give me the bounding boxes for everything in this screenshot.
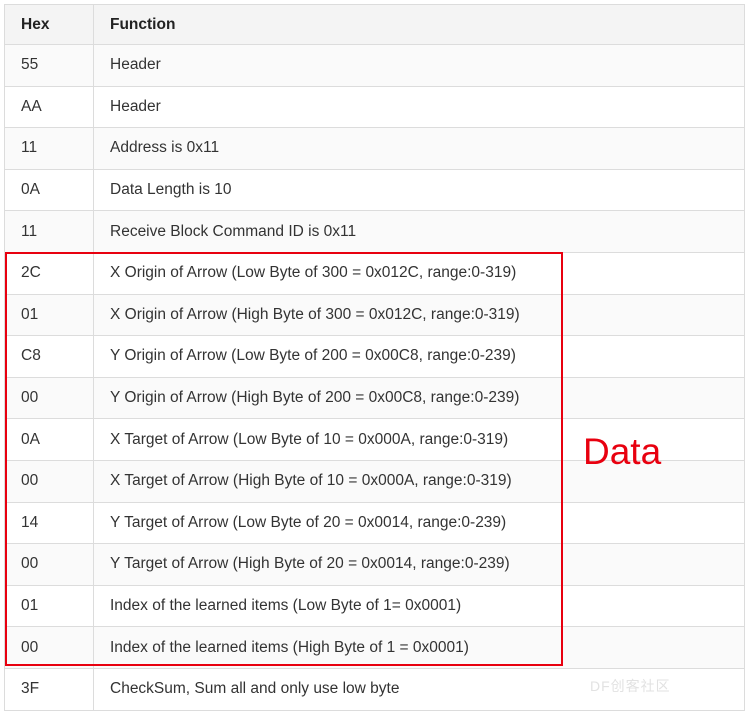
table-row: 01 Index of the learned items (Low Byte …	[4, 584, 745, 628]
table-row: 14 Y Target of Arrow (Low Byte of 20 = 0…	[4, 501, 745, 545]
function-cell: Y Target of Arrow (Low Byte of 20 = 0x00…	[93, 501, 745, 545]
hex-cell: 00	[4, 626, 94, 669]
hex-cell: 55	[4, 44, 94, 87]
function-cell: Y Origin of Arrow (Low Byte of 200 = 0x0…	[93, 335, 745, 378]
hex-cell: AA	[4, 85, 94, 129]
hex-cell: C8	[4, 335, 94, 378]
table-row: 55 Header	[4, 44, 745, 87]
function-cell: Index of the learned items (High Byte of…	[93, 626, 745, 669]
hex-cell: 00	[4, 543, 94, 586]
hex-cell: 0A	[4, 418, 94, 461]
table-row: 11 Address is 0x11	[4, 127, 745, 170]
function-cell: Data Length is 10	[93, 168, 745, 212]
hex-cell: 00	[4, 459, 94, 503]
table-row: 2C X Origin of Arrow (Low Byte of 300 = …	[4, 251, 745, 295]
table-row: AA Header	[4, 85, 745, 129]
function-cell: Y Origin of Arrow (High Byte of 200 = 0x…	[93, 376, 745, 420]
function-cell: Address is 0x11	[93, 127, 745, 170]
function-cell: Index of the learned items (Low Byte of …	[93, 584, 745, 628]
hex-cell: 14	[4, 501, 94, 545]
table-row: 11 Receive Block Command ID is 0x11	[4, 210, 745, 253]
hex-cell: 01	[4, 293, 94, 337]
hex-cell: 11	[4, 210, 94, 253]
table-header-row: Hex Function	[4, 4, 745, 45]
protocol-table: Hex Function 55 Header AA Header 11 Addr…	[4, 4, 745, 711]
hex-cell: 11	[4, 127, 94, 170]
hex-cell: 2C	[4, 251, 94, 295]
function-cell: Y Target of Arrow (High Byte of 20 = 0x0…	[93, 543, 745, 586]
hex-cell: 00	[4, 376, 94, 420]
hex-cell: 3F	[4, 667, 94, 711]
column-header-hex: Hex	[4, 4, 94, 45]
hex-cell: 01	[4, 584, 94, 628]
function-cell: X Origin of Arrow (High Byte of 300 = 0x…	[93, 293, 745, 337]
table-row: 00 Y Target of Arrow (High Byte of 20 = …	[4, 543, 745, 586]
function-cell: X Origin of Arrow (Low Byte of 300 = 0x0…	[93, 251, 745, 295]
column-header-function: Function	[93, 4, 745, 45]
table-row: 0A Data Length is 10	[4, 168, 745, 212]
data-highlight-label: Data	[583, 431, 662, 472]
table-row: 00 Y Origin of Arrow (High Byte of 200 =…	[4, 376, 745, 420]
function-cell: Header	[93, 44, 745, 87]
table-row: 00 Index of the learned items (High Byte…	[4, 626, 745, 669]
table-row: C8 Y Origin of Arrow (Low Byte of 200 = …	[4, 335, 745, 378]
table-row: 01 X Origin of Arrow (High Byte of 300 =…	[4, 293, 745, 337]
page: Hex Function 55 Header AA Header 11 Addr…	[0, 0, 749, 713]
hex-cell: 0A	[4, 168, 94, 212]
function-cell: Receive Block Command ID is 0x11	[93, 210, 745, 253]
watermark: DF创客社区	[590, 678, 671, 694]
function-cell: Header	[93, 85, 745, 129]
